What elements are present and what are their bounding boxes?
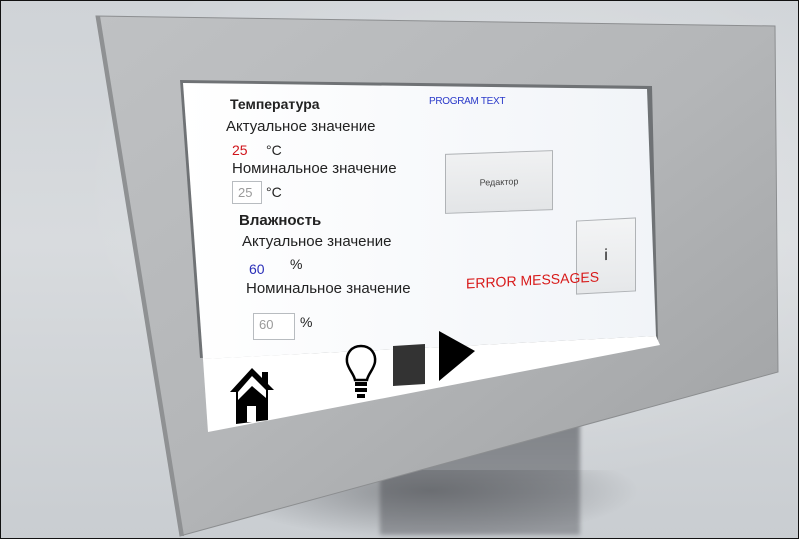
humidity-nominal-label: Номинальное значение bbox=[246, 280, 411, 297]
hmi-screen: Температура Актуальное значение 25 °C Но… bbox=[0, 0, 799, 539]
temperature-nominal-input[interactable]: 25 bbox=[232, 181, 262, 204]
temperature-actual-value: 25 bbox=[232, 142, 248, 158]
humidity-heading: Влажность bbox=[239, 212, 322, 229]
temperature-nominal-label: Номинальное значение bbox=[232, 160, 397, 177]
stop-icon[interactable] bbox=[391, 342, 429, 388]
temperature-heading: Температура bbox=[230, 96, 320, 112]
humidity-nominal-input[interactable]: 60 bbox=[253, 313, 295, 340]
temperature-actual-label: Актуальное значение bbox=[226, 118, 376, 135]
temperature-actual-unit: °C bbox=[266, 142, 282, 158]
home-icon[interactable] bbox=[228, 366, 276, 426]
program-text: PROGRAM TEXT bbox=[429, 96, 506, 107]
humidity-actual-unit: % bbox=[290, 256, 303, 272]
temperature-nominal-unit: °C bbox=[266, 184, 282, 200]
humidity-nominal-unit: % bbox=[300, 314, 313, 330]
play-icon[interactable] bbox=[437, 329, 477, 383]
lightbulb-icon[interactable] bbox=[344, 344, 378, 400]
editor-button[interactable]: Редактор bbox=[445, 150, 553, 214]
humidity-actual-value: 60 bbox=[249, 261, 265, 277]
humidity-actual-label: Актуальное значение bbox=[242, 233, 392, 250]
